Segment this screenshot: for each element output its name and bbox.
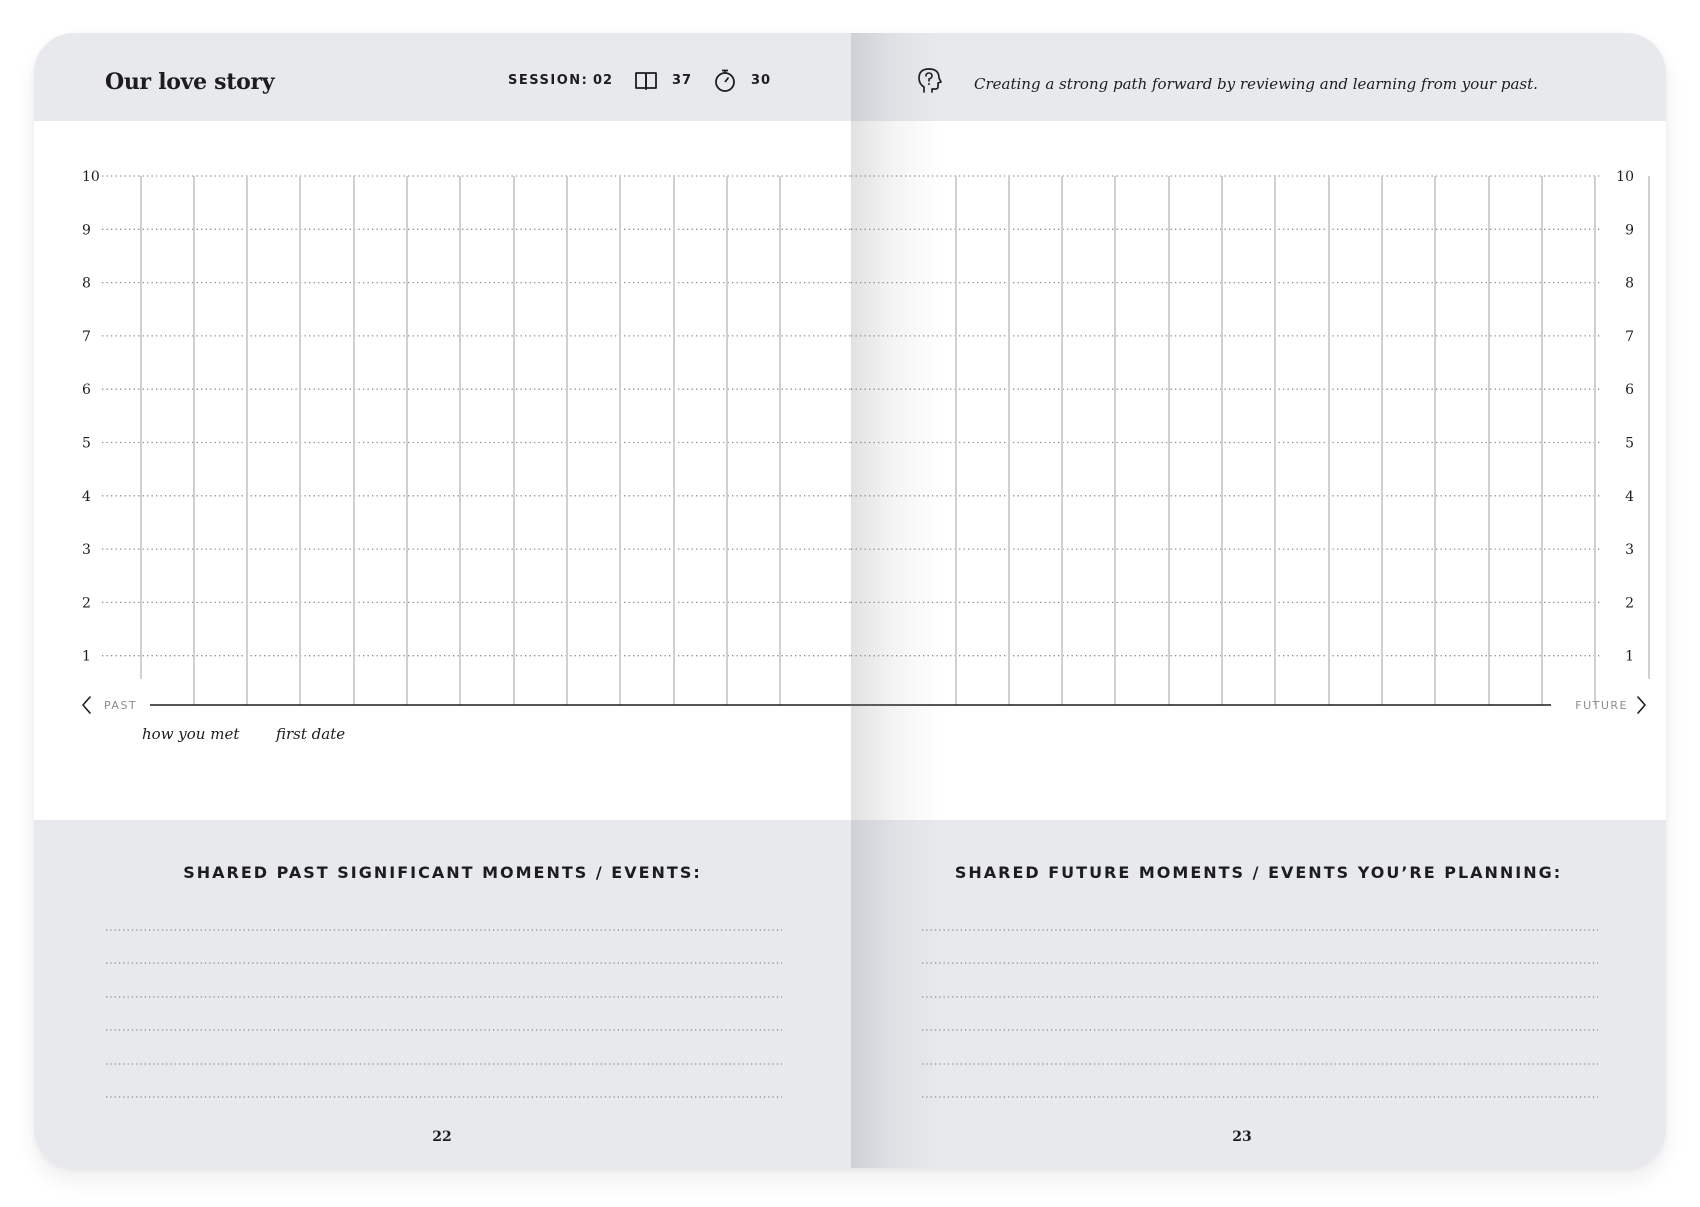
right-page: Creating a strong path forward by review… [851,33,1666,1168]
past-moments-writing-lines [106,929,782,1098]
journal-spread: Our love story SESSION: 02 37 30 10 9 8 7 6 5… [34,33,1666,1168]
left-page: Our love story SESSION: 02 37 30 10 9 8 7 6 5… [34,33,851,1168]
future-moments-writing-lines [922,929,1598,1098]
page-number: 23 [1232,1129,1252,1145]
page-number: 22 [432,1129,452,1145]
